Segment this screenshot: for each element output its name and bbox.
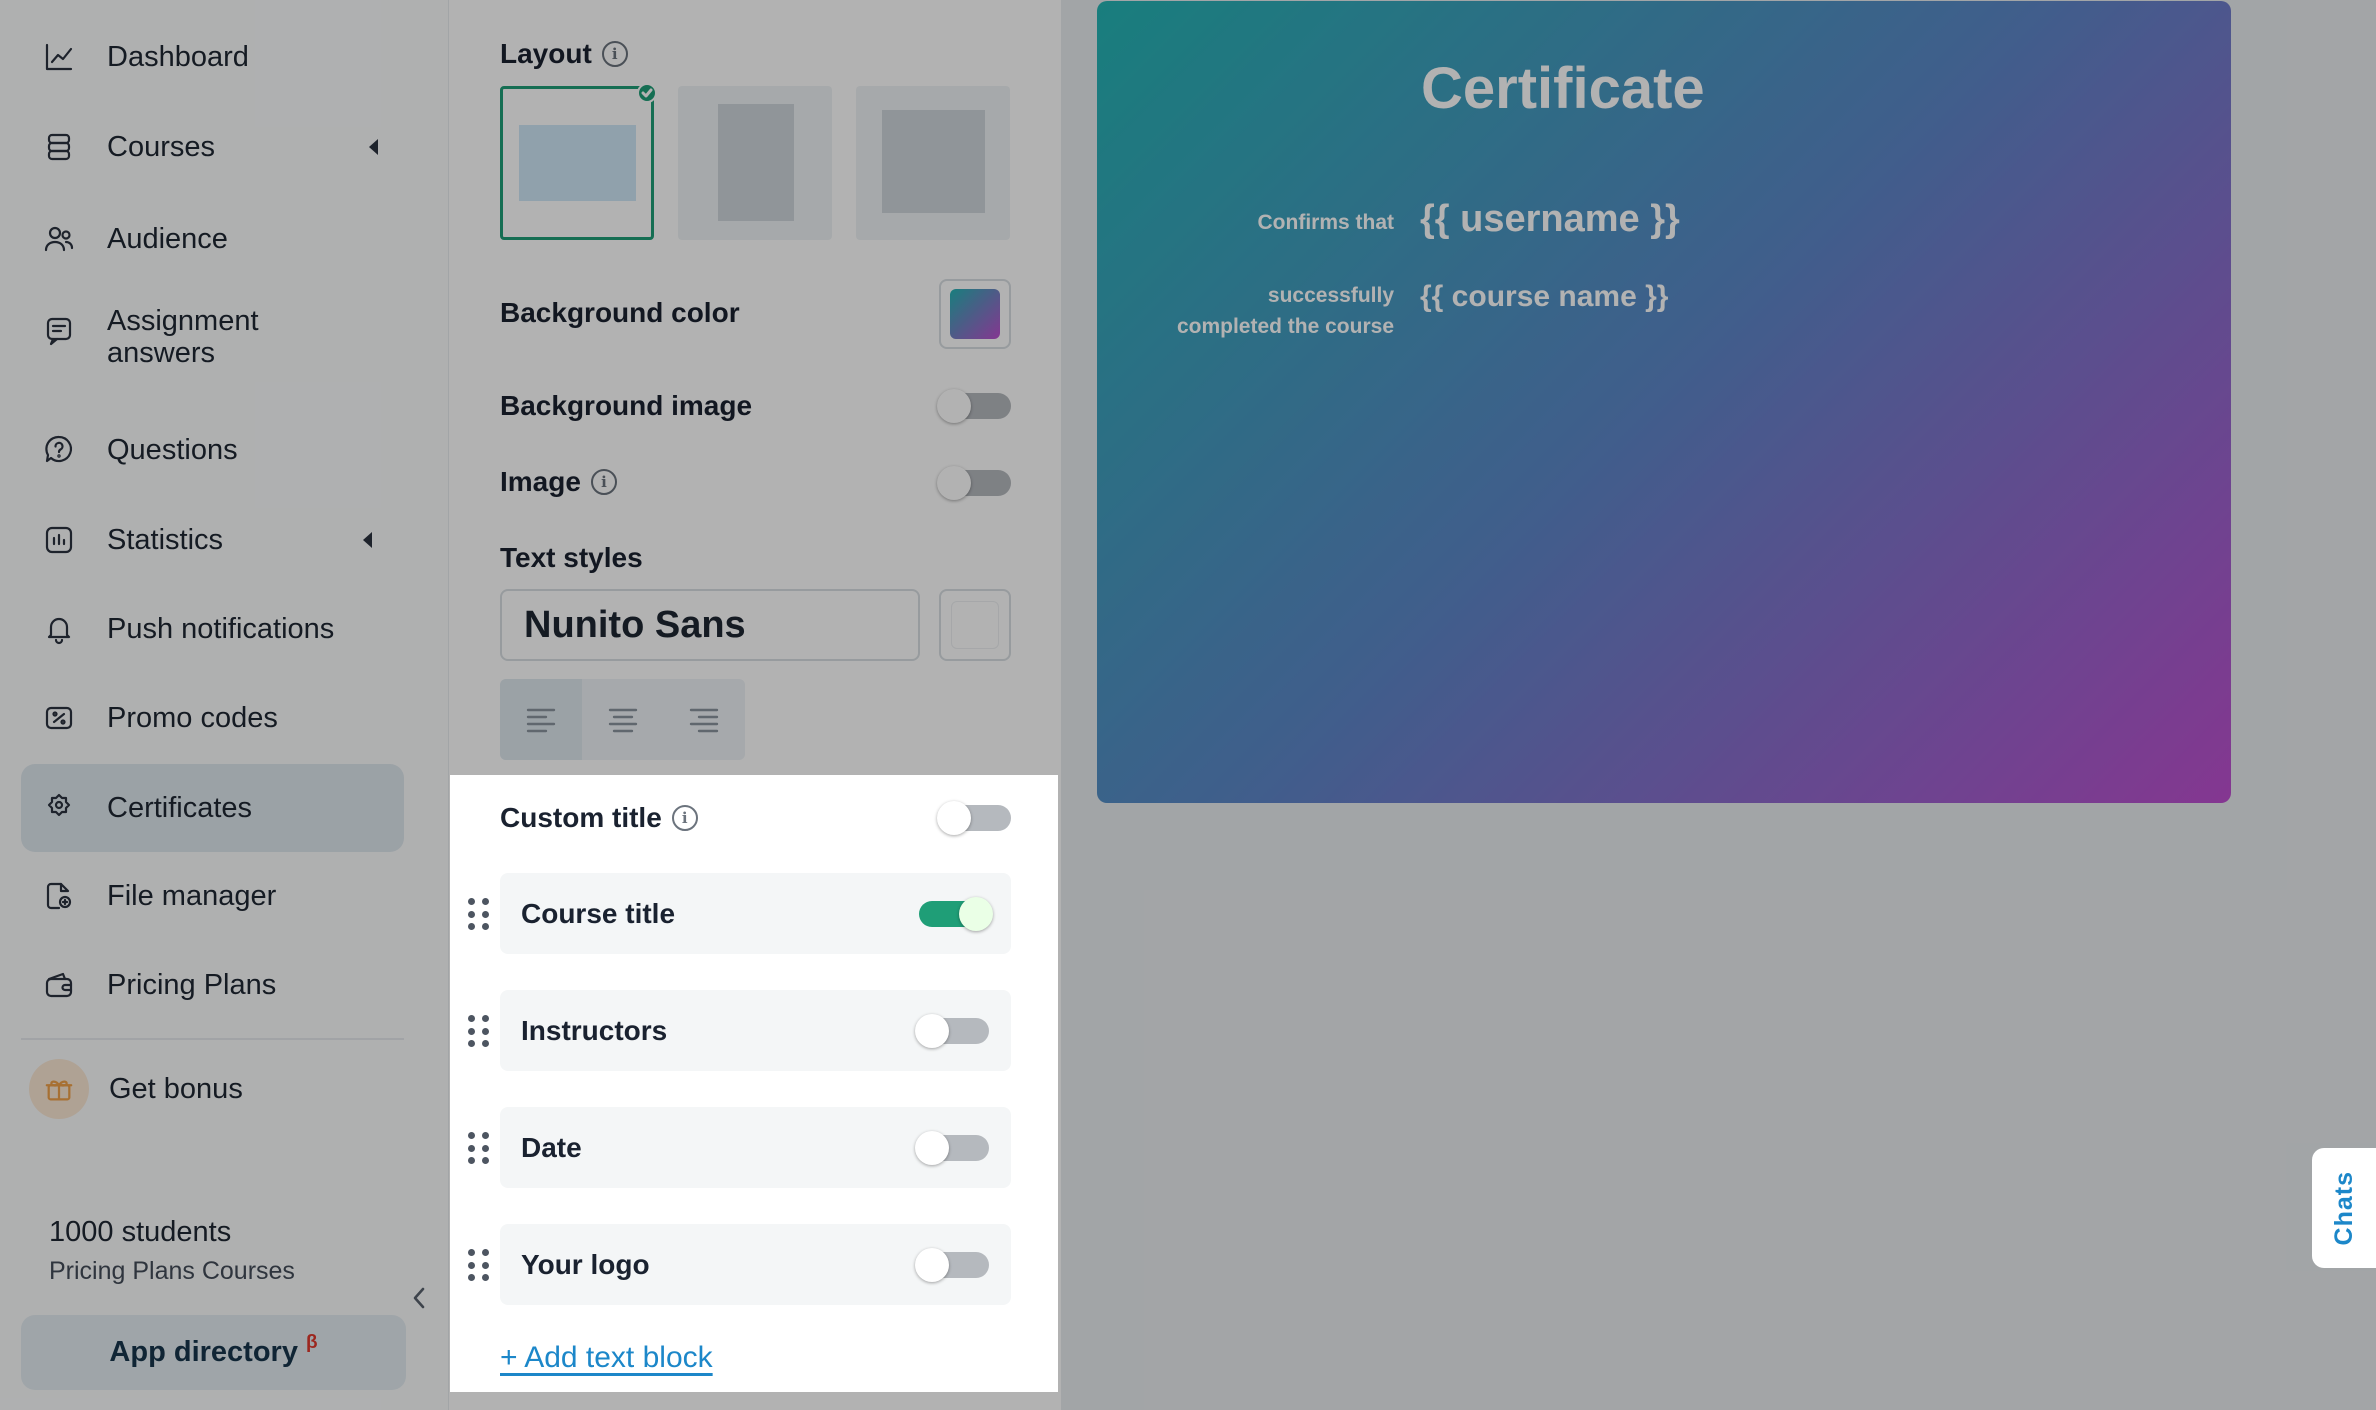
chats-label: Chats xyxy=(2329,1170,2358,1246)
add-text-block-link[interactable]: + Add text block xyxy=(500,1341,713,1375)
chats-tab[interactable]: Chats xyxy=(2312,1148,2376,1268)
drag-handle-icon[interactable] xyxy=(468,898,490,932)
custom-title-toggle[interactable] xyxy=(937,801,1011,835)
course-title-toggle[interactable] xyxy=(919,897,993,931)
block-label: Course title xyxy=(521,897,676,929)
instructors-toggle[interactable] xyxy=(915,1014,989,1048)
date-toggle[interactable] xyxy=(915,1131,989,1165)
block-date: Date xyxy=(500,1107,1011,1188)
custom-title-label: Custom title i xyxy=(500,802,698,834)
block-instructors: Instructors xyxy=(500,990,1011,1071)
dim-overlay[interactable] xyxy=(0,0,2376,1410)
block-your-logo: Your logo xyxy=(500,1224,1011,1305)
block-course-title: Course title xyxy=(500,873,1011,954)
block-label: Instructors xyxy=(521,1014,668,1046)
block-label: Date xyxy=(521,1131,582,1163)
drag-handle-icon[interactable] xyxy=(468,1015,490,1049)
info-icon[interactable]: i xyxy=(671,805,698,831)
block-label: Your logo xyxy=(521,1248,650,1280)
drag-handle-icon[interactable] xyxy=(468,1132,490,1166)
drag-handle-icon[interactable] xyxy=(468,1249,490,1283)
your-logo-toggle[interactable] xyxy=(915,1248,989,1282)
